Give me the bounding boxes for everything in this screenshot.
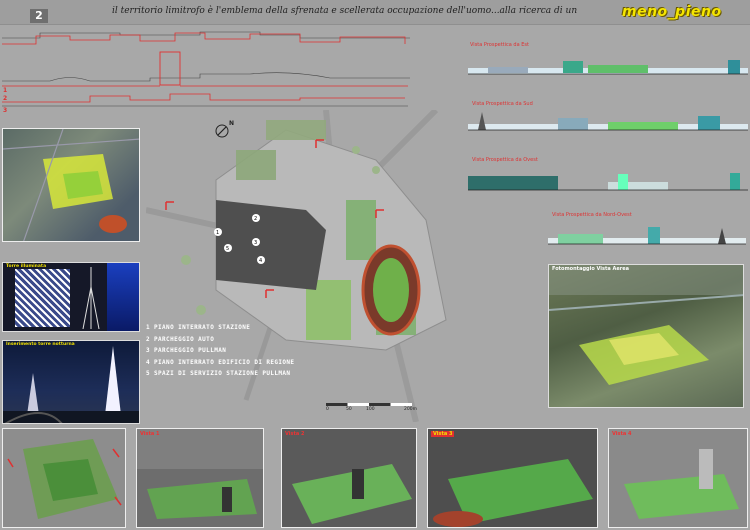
project-board: 2 il territorio limitrofo è l'emblema de…: [0, 0, 750, 530]
legend-row: 4 PIANO INTERRATO EDIFICIO DI REGIONE: [146, 358, 295, 366]
view-2-title: Vista 2: [285, 431, 305, 437]
plan-marker-2: 2: [254, 216, 257, 222]
aerial-photomontage: [548, 264, 744, 408]
elevation-title-2: Vista Prospettica da Sud: [472, 101, 533, 107]
scale-tick: 50: [346, 407, 352, 412]
elevation-1: [468, 60, 748, 75]
view-3-render: [427, 428, 598, 528]
scale-bar-graphic: [326, 403, 412, 406]
view-1-title: Vista 1: [140, 431, 160, 437]
project-logo: meno_pieno: [622, 4, 722, 20]
tower-lit-panel: [2, 262, 140, 332]
sheet-number: 2: [30, 9, 48, 23]
section-1: [2, 31, 410, 45]
scale-tick: 200m: [404, 407, 417, 412]
north-arrow-icon: [215, 124, 229, 138]
section-3: [2, 93, 408, 107]
view-1-render: [136, 428, 264, 528]
plan-marker-5: 5: [226, 246, 229, 252]
elevation-4: [548, 227, 746, 245]
section-label-3: 3: [3, 107, 7, 114]
legend-row: 2 PARCHEGGIO AUTO: [146, 335, 215, 343]
section-2: [2, 51, 410, 87]
legend-row: 3 PARCHEGGIO PULLMAN: [146, 347, 227, 355]
aerial-title: Fotomontaggio Vista Aerea: [552, 266, 629, 272]
tower-lit-title: Torre illuminata: [6, 264, 47, 269]
scale-bar: 0 50 100 200m: [326, 398, 417, 414]
tower-night-render: [2, 340, 140, 424]
tower-elevation-drawing: [82, 267, 100, 329]
view-4-render: [608, 428, 748, 528]
elevation-title-3: Vista Prospettica da Ovest: [472, 157, 538, 163]
elevation-title-4: Vista Prospettica da Nord-Ovest: [552, 212, 632, 218]
plan-legend: 1 PIANO INTERRATO STAZIONE 2 PARCHEGGIO AU…: [146, 322, 306, 380]
elevation-2: [468, 112, 748, 131]
scale-tick: 100: [366, 407, 375, 412]
legend-row: 1 PIANO INTERRATO STAZIONE: [146, 324, 251, 332]
sheet-subtitle: il territorio limitrofo è l'emblema dell…: [112, 6, 578, 16]
tower-blue-render: [107, 263, 139, 331]
header-bar: 2 il territorio limitrofo è l'emblema de…: [0, 0, 750, 25]
plan-marker-1: 1: [216, 230, 219, 236]
section-label-1: 1: [3, 87, 7, 94]
elevation-title-1: Vista Prospettica da Est: [470, 42, 529, 48]
key-plan-thumbnail: [2, 428, 126, 528]
satellite-context-image: [2, 128, 140, 242]
section-label-2: 2: [3, 95, 7, 102]
tower-night-title: Inserimento torre notturna: [6, 342, 75, 347]
plan-marker-3: 3: [254, 240, 257, 246]
view-4-title: Vista 4: [612, 431, 632, 437]
tower-facade-render: [15, 269, 70, 327]
plan-marker-4: 4: [259, 258, 262, 264]
north-label: N: [229, 120, 235, 127]
view-3-title: Vista 3: [431, 431, 455, 437]
scale-tick: 0: [326, 407, 329, 412]
view-2-render: [281, 428, 417, 528]
section-drawings: 1 2 3: [2, 31, 410, 114]
legend-row: 5 SPAZI DI SERVIZIO STAZIONE PULLMAN: [146, 370, 291, 378]
elevation-3: [468, 173, 748, 191]
